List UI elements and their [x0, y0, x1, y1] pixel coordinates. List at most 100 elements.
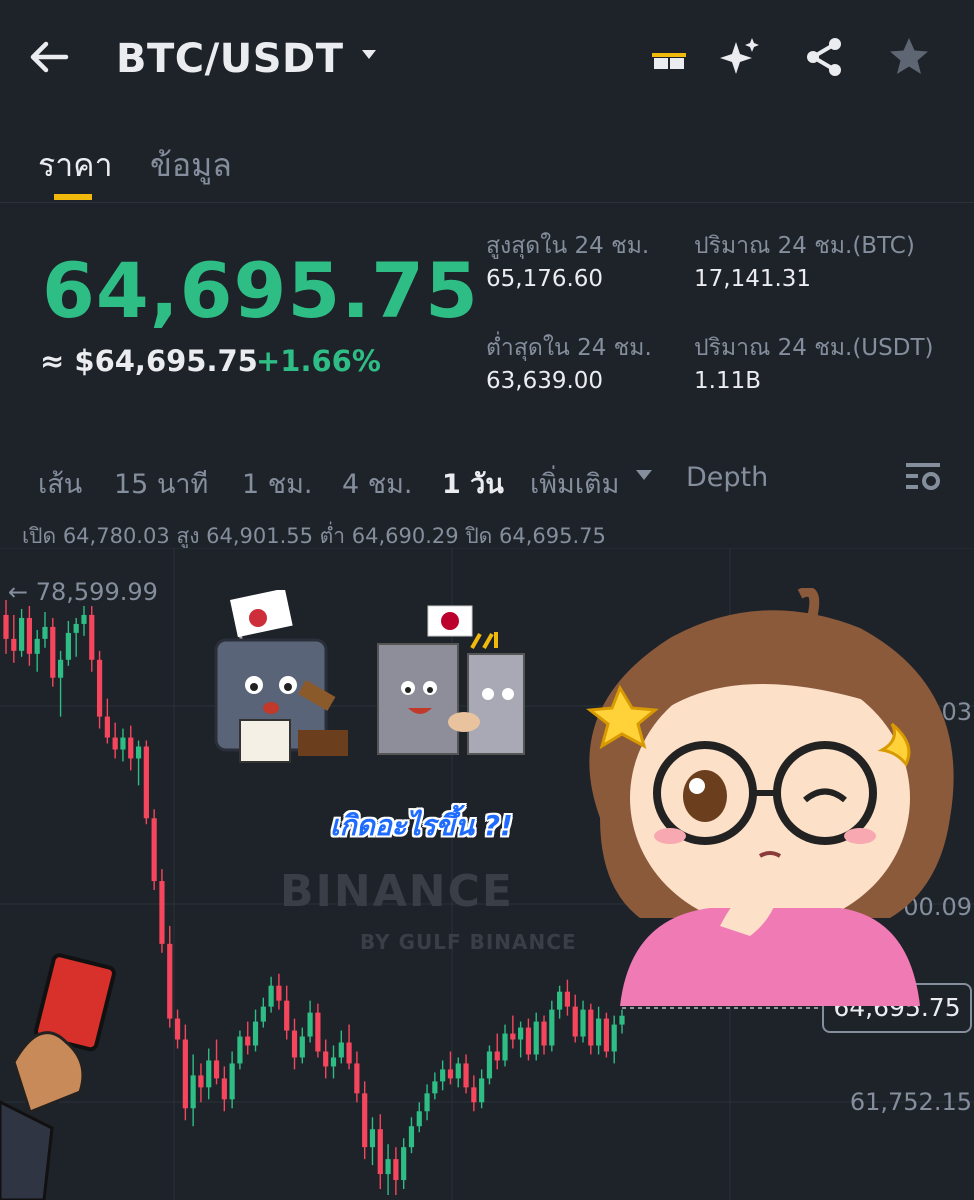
candle-body [479, 1078, 485, 1103]
binance-watermark-sub: BY GULF BINANCE [360, 930, 577, 954]
candle-body [167, 943, 173, 1019]
candle [89, 605, 95, 672]
interval-1h[interactable]: 1 ชม. [242, 462, 312, 505]
volume-btc-value: 17,141.31 [694, 266, 812, 292]
trading-pair-title[interactable]: BTC/USDT [116, 36, 344, 82]
candle-body [245, 1036, 251, 1046]
binance-watermark: BINANCE [280, 866, 514, 917]
candle [596, 1006, 602, 1055]
candle-body [299, 1036, 305, 1058]
star-icon[interactable] [886, 34, 932, 80]
candle-body [307, 1012, 313, 1037]
candle [323, 1039, 329, 1079]
candle-body [541, 1021, 547, 1046]
candle [338, 1030, 344, 1064]
candle-body [518, 1027, 524, 1040]
candle-body [603, 1018, 610, 1052]
candle [362, 1081, 368, 1160]
candle [369, 1117, 376, 1166]
interval-4h[interactable]: 4 ชม. [342, 462, 412, 505]
sticker-caption: เกิดอะไรขึ้น ?! [330, 809, 513, 842]
candle-body [549, 1009, 555, 1046]
interval-1d[interactable]: 1 วัน [442, 462, 504, 505]
candle [174, 1009, 181, 1049]
candle [424, 1084, 430, 1121]
candle-body [416, 1111, 422, 1127]
top-bar: BTC/USDT [0, 0, 974, 120]
candle-body [580, 1009, 586, 1037]
candle-body [229, 1063, 235, 1100]
price-axis-label: ← 78,599.99 [8, 578, 158, 606]
candle-body [401, 1147, 407, 1181]
sparkle-ai-icon[interactable] [716, 34, 762, 80]
candle-body [276, 985, 282, 1001]
interval-line[interactable]: เส้น [38, 462, 82, 505]
more-dropdown-icon[interactable] [636, 470, 652, 480]
interval-depth[interactable]: Depth [686, 462, 768, 493]
candle-body [182, 1039, 188, 1109]
candle-body [11, 638, 17, 651]
share-icon[interactable] [802, 34, 848, 80]
approx-usd-price: ≈ $64,695.75 [40, 344, 258, 378]
candle [73, 617, 79, 657]
high-24h-label: สูงสุดใน 24 ชม. [486, 233, 650, 259]
volume-usdt-label: ปริมาณ 24 ชม.(USDT) [694, 335, 934, 361]
korea-building-sticker [214, 590, 348, 763]
candle-body [424, 1093, 430, 1112]
candle [432, 1072, 438, 1100]
candle-body [151, 818, 157, 882]
candle [112, 722, 118, 759]
candle-body [34, 638, 40, 654]
candle [541, 1015, 547, 1055]
pair-dropdown-icon[interactable] [362, 50, 376, 59]
candle-body [96, 659, 103, 717]
candle-body [471, 1087, 477, 1103]
candle [159, 869, 165, 953]
candle [580, 1000, 586, 1043]
tab-price[interactable]: ราคา [38, 140, 113, 191]
candle [393, 1147, 399, 1195]
chart-settings-icon[interactable] [904, 460, 942, 494]
candle-body [3, 614, 9, 639]
candle [50, 617, 56, 687]
candle-body [440, 1069, 446, 1082]
candle-body [128, 737, 134, 759]
candle [494, 1033, 500, 1070]
candle [549, 1000, 555, 1052]
candle-body [596, 1018, 602, 1046]
candle [377, 1114, 383, 1190]
interval-more[interactable]: เพิ่มเติม [530, 462, 619, 505]
candle-body [18, 617, 25, 651]
candle [486, 1045, 493, 1085]
back-arrow-icon[interactable] [28, 36, 70, 78]
candle [268, 976, 274, 1013]
candle [276, 973, 282, 1010]
candle [190, 1054, 196, 1127]
candle [619, 1009, 625, 1034]
candle [120, 728, 126, 762]
candle-body [525, 1027, 532, 1055]
tab-info[interactable]: ข้อมูล [150, 140, 232, 191]
candle [229, 1051, 235, 1109]
candle-body [588, 1009, 594, 1046]
candle [611, 1015, 617, 1064]
candle [440, 1060, 446, 1091]
candle [57, 650, 64, 717]
candle [416, 1102, 422, 1133]
candle [291, 1018, 298, 1070]
candle [408, 1117, 415, 1154]
interval-15m[interactable]: 15 นาที [114, 462, 208, 505]
candle [135, 740, 142, 786]
gift-icon[interactable] [648, 34, 694, 80]
candle-body [198, 1075, 204, 1088]
candle [307, 1000, 313, 1043]
active-tab-indicator [54, 194, 92, 200]
candle [471, 1075, 477, 1112]
candle [237, 1030, 243, 1070]
candle-body [377, 1129, 383, 1175]
candle [11, 614, 17, 663]
candle [252, 1009, 259, 1052]
candle [385, 1144, 391, 1195]
candle-body [502, 1033, 508, 1061]
candle-body [221, 1078, 227, 1100]
